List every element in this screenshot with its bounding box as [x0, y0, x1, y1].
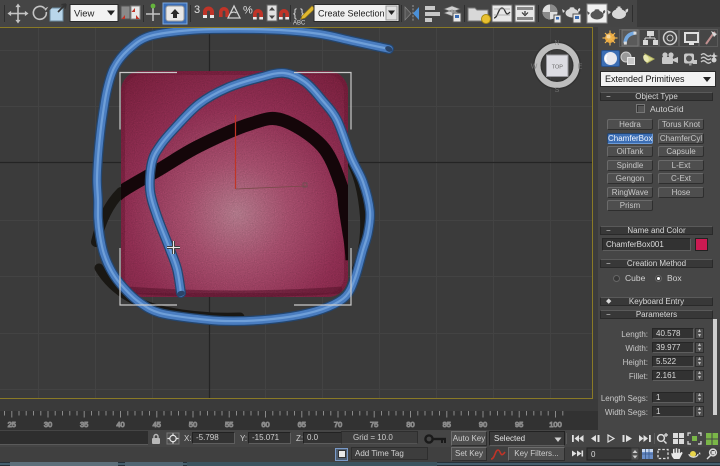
- svg-text:%: %: [243, 5, 253, 17]
- svg-text:75: 75: [370, 420, 378, 429]
- svg-text:View: View: [74, 9, 95, 20]
- svg-text:W: W: [531, 64, 538, 71]
- svg-text:90: 90: [479, 420, 487, 429]
- svg-text:95: 95: [515, 420, 523, 429]
- svg-text:S: S: [555, 87, 560, 94]
- svg-text:45: 45: [153, 420, 161, 429]
- svg-text:35: 35: [80, 420, 88, 429]
- svg-text:0: 0: [591, 450, 596, 459]
- svg-text:55: 55: [225, 420, 233, 429]
- svg-text:ABC: ABC: [293, 21, 306, 27]
- svg-text:{: {: [293, 6, 297, 20]
- svg-text:60: 60: [261, 420, 269, 429]
- svg-text:80: 80: [406, 420, 414, 429]
- svg-text:40: 40: [116, 420, 124, 429]
- svg-text:25: 25: [8, 420, 16, 429]
- svg-text:50: 50: [189, 420, 197, 429]
- svg-text:100: 100: [549, 420, 562, 429]
- svg-text:65: 65: [298, 420, 306, 429]
- svg-text:N: N: [554, 40, 559, 47]
- svg-text:E: E: [578, 64, 583, 71]
- svg-text:3: 3: [194, 4, 200, 16]
- svg-text:85: 85: [443, 420, 451, 429]
- svg-text:70: 70: [334, 420, 342, 429]
- svg-text:30: 30: [44, 420, 52, 429]
- svg-text:TOP: TOP: [552, 65, 564, 71]
